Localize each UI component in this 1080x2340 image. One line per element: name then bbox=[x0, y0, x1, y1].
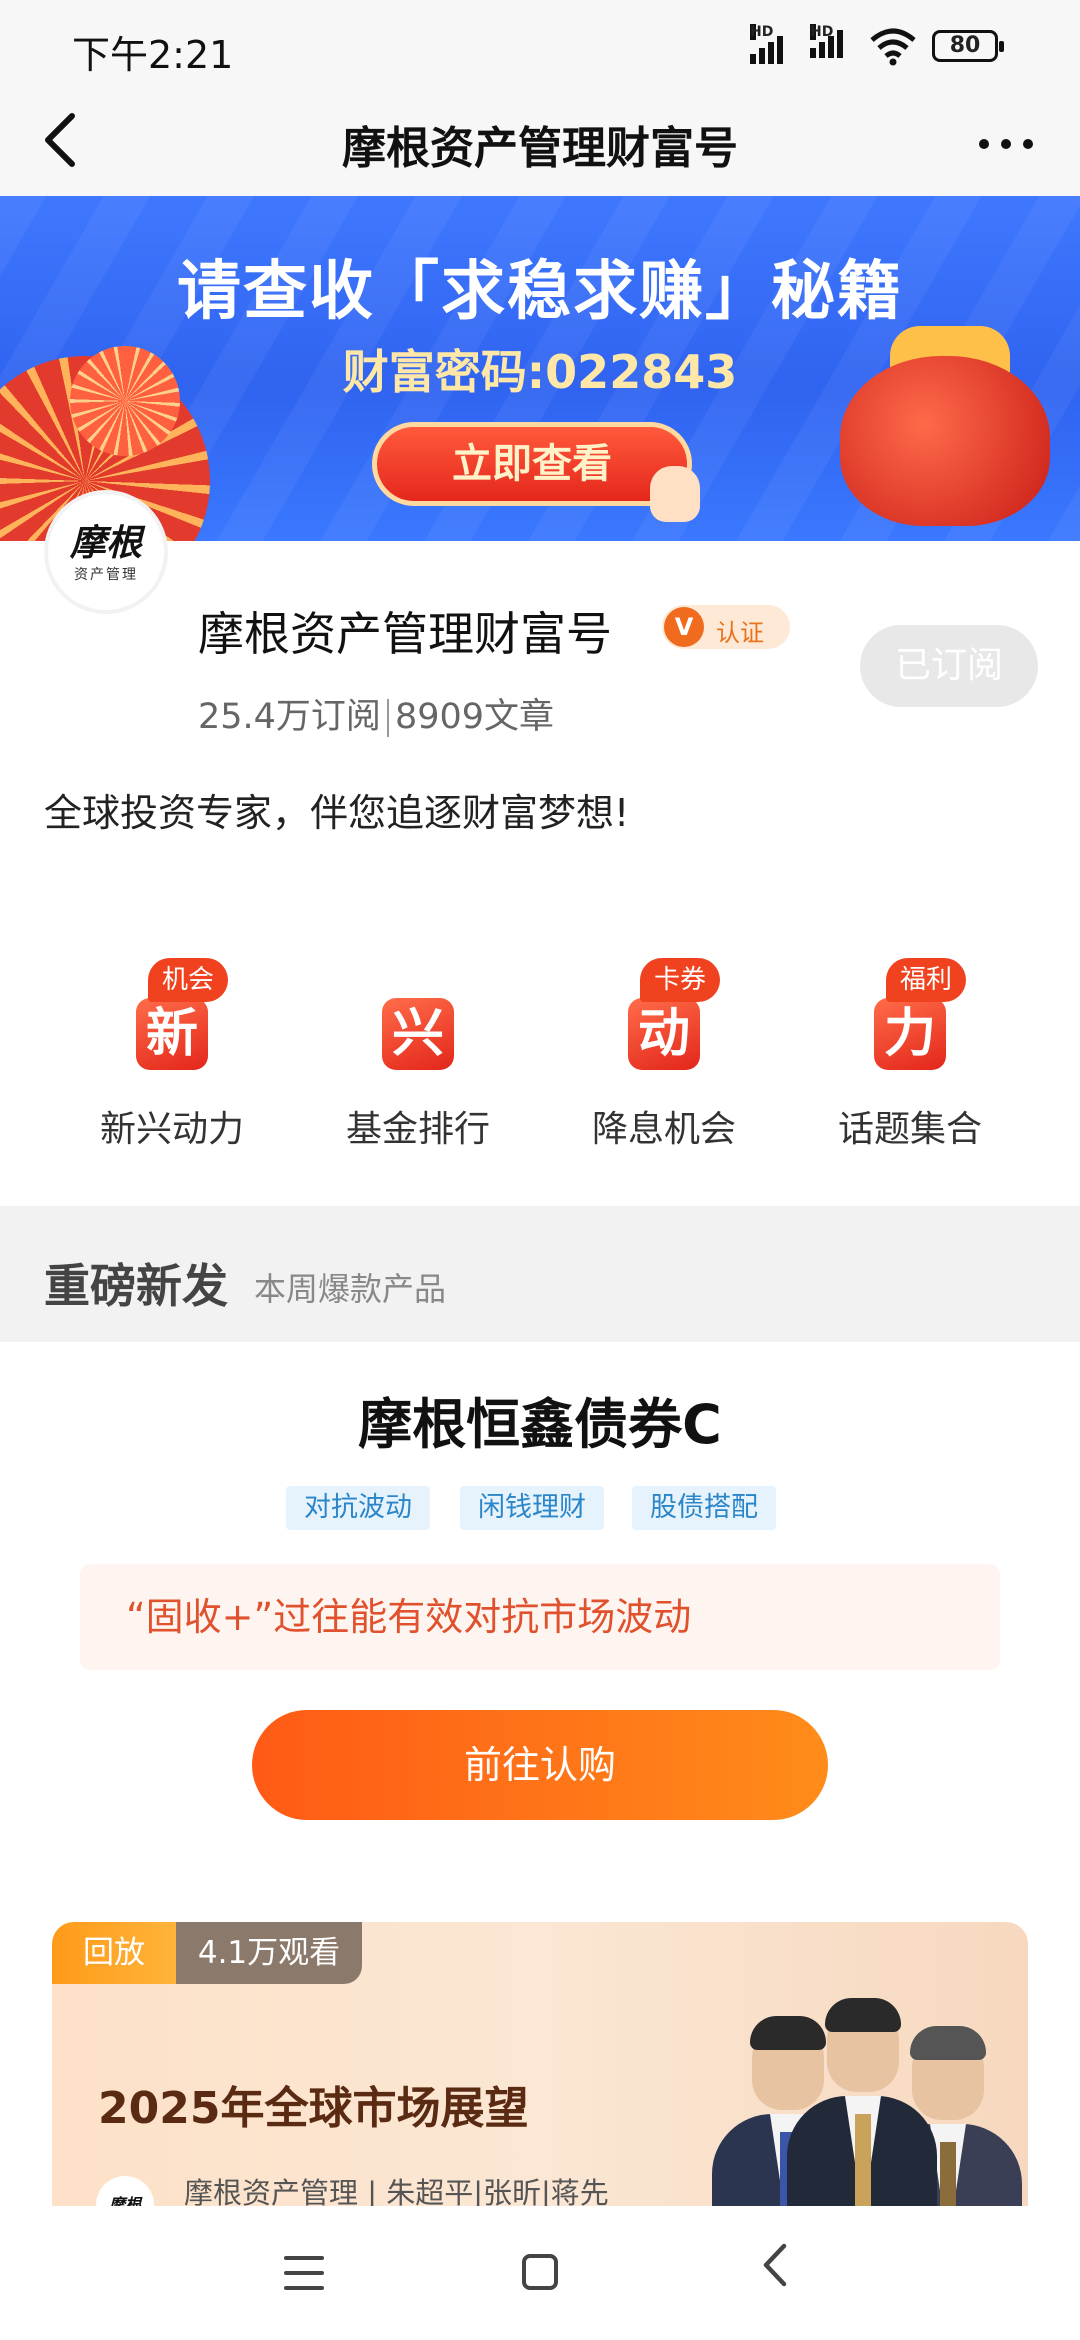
replay-badge: 回放 bbox=[52, 1922, 176, 1984]
entry-tag: 福利 bbox=[886, 958, 967, 1002]
system-back-button[interactable] bbox=[760, 2240, 790, 2303]
verified-badge: V 认证 bbox=[662, 605, 790, 649]
entry-emerging-power[interactable]: 新 机会 新兴动力 bbox=[72, 948, 272, 1150]
signal-hd-label-2: HD bbox=[810, 24, 834, 40]
entry-rate-cut-opportunity[interactable]: 动 卡券 降息机会 bbox=[564, 948, 764, 1150]
subscribe-button[interactable]: 已订阅 bbox=[860, 625, 1038, 707]
wifi-icon bbox=[870, 28, 916, 66]
profile-stats: 25.4万订阅 8909文章 bbox=[198, 688, 554, 739]
topic-icon: 力 bbox=[874, 998, 946, 1070]
live-title: 2025年全球市场展望 bbox=[98, 2083, 529, 2134]
more-horizontal-icon bbox=[979, 139, 1033, 149]
verified-icon: V bbox=[664, 607, 704, 647]
stats-divider bbox=[386, 699, 389, 737]
product-tag: 闲钱理财 bbox=[460, 1486, 604, 1530]
avatar-logo-text: 摩根 bbox=[69, 522, 142, 564]
product-highlight: “固收+”过往能有效对抗市场波动 bbox=[80, 1564, 1000, 1670]
signal-icon-2: HD bbox=[810, 24, 846, 64]
view-count: 4.1万观看 bbox=[176, 1922, 362, 1984]
chevron-left-icon bbox=[763, 2243, 787, 2287]
subscribe-product-button[interactable]: 前往认购 bbox=[252, 1710, 828, 1820]
verified-label: 认证 bbox=[716, 619, 764, 647]
navigation-bar: 摩根资产管理财富号 bbox=[0, 92, 1080, 196]
more-button[interactable] bbox=[976, 112, 1036, 162]
avatar[interactable]: 摩根 资产管理 bbox=[44, 490, 168, 614]
hand-pointer-icon bbox=[650, 466, 700, 522]
opportunity-icon: 动 bbox=[628, 998, 700, 1070]
profile-description: 全球投资专家，伴您追逐财富梦想! bbox=[44, 791, 630, 835]
product-tag: 股债搭配 bbox=[632, 1486, 776, 1530]
product-title[interactable]: 摩根恒鑫债券C bbox=[0, 1380, 1080, 1459]
subscriber-count: 25.4万订阅 bbox=[198, 697, 381, 737]
entry-label: 话题集合 bbox=[837, 1109, 982, 1150]
banner-code: 财富密码:022843 bbox=[342, 345, 738, 399]
product-tag: 对抗波动 bbox=[286, 1486, 430, 1530]
battery-icon: 80 bbox=[932, 30, 1004, 62]
section-title: 重磅新发 bbox=[44, 1259, 228, 1313]
page-title: 摩根资产管理财富号 bbox=[342, 123, 738, 174]
section-subtitle: 本周爆款产品 bbox=[254, 1270, 447, 1308]
system-navigation-bar bbox=[0, 2206, 1080, 2340]
app-root: 下午2:21 HD HD 80 摩根资产管理财富号 请查收「求稳求赚」秘籍 财富… bbox=[0, 0, 1080, 2340]
entry-tag: 机会 bbox=[148, 958, 229, 1002]
entry-fund-ranking[interactable]: 兴 基金排行 bbox=[318, 948, 518, 1150]
promo-banner[interactable]: 请查收「求稳求赚」秘籍 财富密码:022843 立即查看 bbox=[0, 196, 1080, 541]
entry-tag: 卡券 bbox=[640, 958, 721, 1002]
profile-name: 摩根资产管理财富号 bbox=[198, 607, 612, 661]
ranking-icon: 兴 bbox=[382, 998, 454, 1070]
banner-headline: 请查收「求稳求赚」秘籍 bbox=[177, 255, 903, 329]
avatar-logo-subtext: 资产管理 bbox=[74, 567, 138, 583]
article-count: 8909文章 bbox=[394, 697, 555, 737]
status-bar: 下午2:21 HD HD 80 bbox=[0, 0, 1080, 92]
entry-topic-collection[interactable]: 力 福利 话题集合 bbox=[810, 948, 1010, 1150]
banner-cta-button[interactable]: 立即查看 bbox=[372, 422, 692, 506]
home-button[interactable] bbox=[522, 2254, 558, 2290]
entry-label: 降息机会 bbox=[591, 1109, 736, 1150]
entry-label: 基金排行 bbox=[345, 1109, 490, 1150]
emerging-icon: 新 bbox=[136, 998, 208, 1070]
entry-label: 新兴动力 bbox=[99, 1109, 244, 1150]
signal-hd-label: HD bbox=[750, 24, 774, 40]
signal-icon: HD bbox=[750, 24, 786, 64]
live-replay-card[interactable]: 回放 4.1万观看 2025年全球市场展望 摩根 摩根资产管理 | 朱超平|张昕… bbox=[52, 1922, 1028, 2242]
recent-apps-button[interactable] bbox=[284, 2256, 324, 2290]
section-header: 重磅新发 本周爆款产品 bbox=[0, 1206, 1080, 1342]
status-time: 下午2:21 bbox=[72, 33, 234, 77]
